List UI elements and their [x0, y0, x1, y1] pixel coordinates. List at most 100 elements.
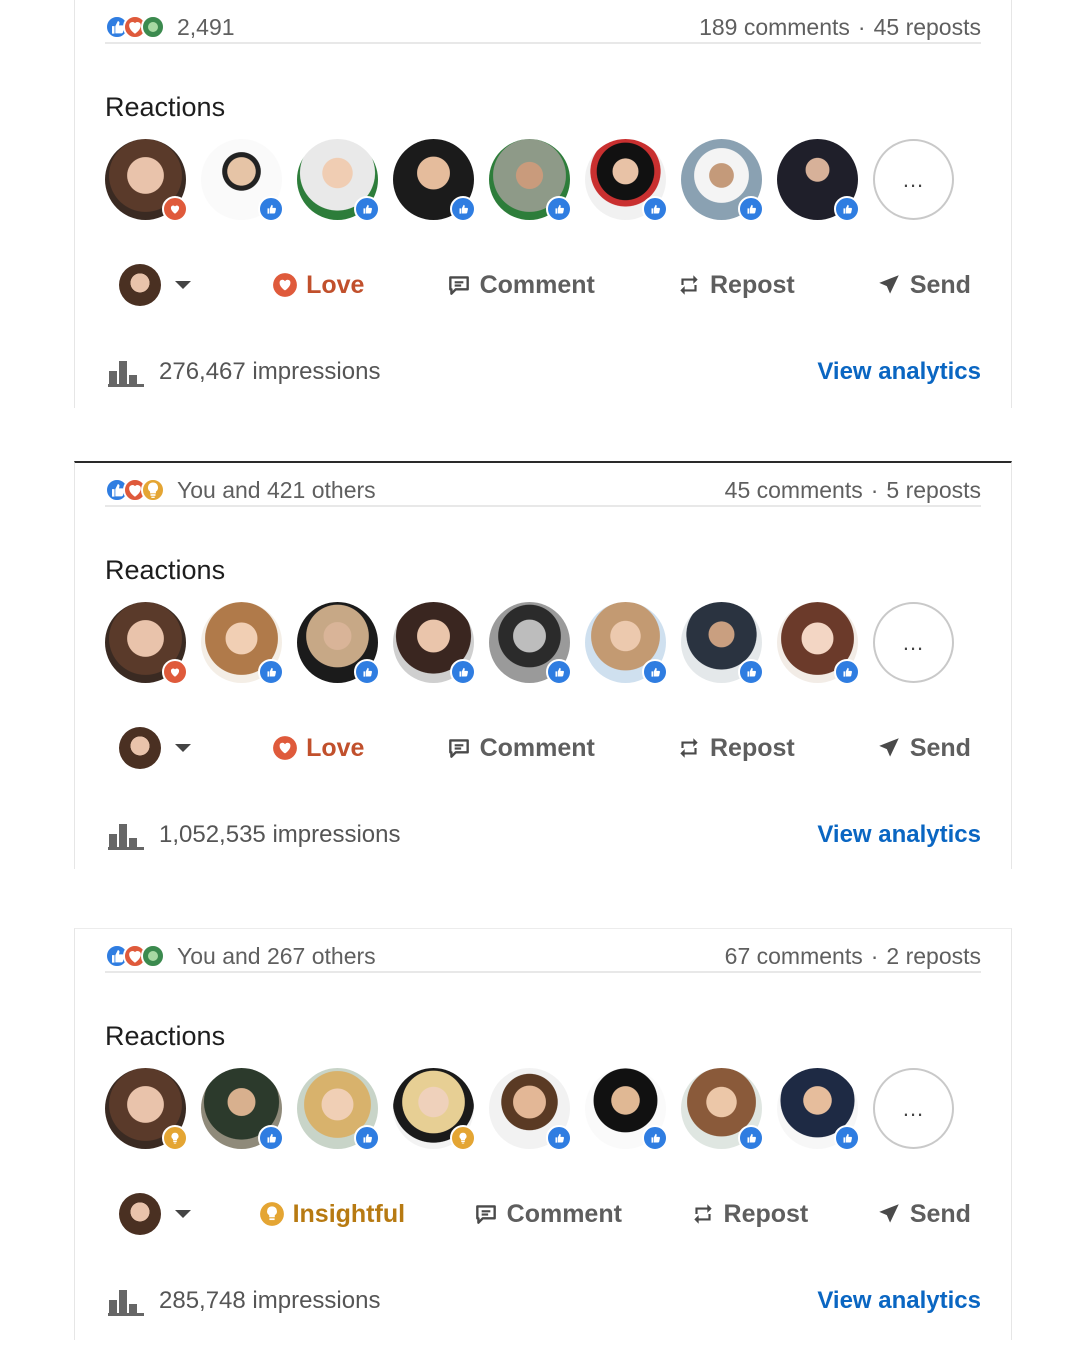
send-icon: [879, 1204, 899, 1223]
reactor-avatar[interactable]: [489, 602, 572, 685]
my-avatar: [119, 1193, 161, 1235]
reactor-avatar[interactable]: [777, 139, 860, 222]
repost-button[interactable]: Repost: [690, 1200, 808, 1229]
chevron-down-icon: [175, 744, 191, 752]
post-card: You and 267 others 67 comments · 2 repos…: [74, 928, 1012, 1340]
reactor-avatar[interactable]: [585, 139, 668, 222]
reactor-avatar[interactable]: [201, 1068, 284, 1151]
reactor-avatar[interactable]: [585, 1068, 668, 1151]
love-icon: [273, 736, 298, 760]
reactor-avatars: ...: [105, 1068, 954, 1151]
reactor-avatar[interactable]: [489, 1068, 572, 1151]
reactor-avatar[interactable]: [777, 1068, 860, 1151]
reactor-avatar[interactable]: [201, 139, 284, 222]
reactor-avatar[interactable]: [105, 602, 188, 685]
reactor-avatar[interactable]: [681, 139, 764, 222]
separator-dot: ·: [870, 476, 879, 503]
reaction-icons[interactable]: [105, 944, 165, 968]
reposts-count[interactable]: 5 reposts: [886, 477, 981, 504]
reactor-avatar[interactable]: [681, 1068, 764, 1151]
repost-button[interactable]: Repost: [676, 271, 795, 300]
reactor-avatar[interactable]: [297, 139, 380, 222]
send-button[interactable]: Send: [876, 271, 971, 300]
social-counts-bar: You and 267 others 67 comments · 2 repos…: [105, 941, 981, 973]
like-badge-icon: [450, 659, 476, 685]
comments-count[interactable]: 45 comments: [725, 477, 863, 504]
repost-label: Repost: [709, 733, 795, 762]
reactions-heading: Reactions: [105, 92, 226, 122]
send-label: Send: [909, 733, 971, 762]
impressions-count: 276,467 impressions: [159, 358, 381, 385]
insightful-icon: [259, 1202, 284, 1226]
insightful-label: Insightful: [292, 1199, 406, 1228]
support-icon: [141, 15, 165, 39]
like-badge-icon: [354, 196, 380, 222]
repost-button[interactable]: Repost: [676, 734, 795, 763]
impressions-count: 285,748 impressions: [159, 1287, 381, 1314]
love-reaction-button[interactable]: Love: [272, 734, 364, 763]
like-badge-icon: [258, 659, 284, 685]
like-badge-icon: [738, 659, 764, 685]
like-badge-icon: [354, 1125, 380, 1151]
reaction-count[interactable]: You and 421 others: [177, 477, 376, 504]
reactor-avatar[interactable]: [393, 1068, 476, 1151]
impressions-count: 1,052,535 impressions: [159, 821, 401, 848]
comment-button[interactable]: Comment: [446, 734, 595, 763]
love-label: Love: [306, 733, 365, 762]
insightful-reaction-button[interactable]: Insightful: [259, 1200, 405, 1229]
send-button[interactable]: Send: [876, 734, 971, 763]
send-icon: [879, 275, 899, 294]
reaction-count[interactable]: You and 267 others: [177, 943, 376, 970]
insightful-badge-icon: [450, 1125, 476, 1151]
love-badge-icon: [162, 659, 188, 685]
reactor-avatar[interactable]: [297, 602, 380, 685]
reaction-picker[interactable]: [119, 1193, 191, 1235]
reactor-avatar[interactable]: [201, 602, 284, 685]
repost-label: Repost: [709, 270, 795, 299]
view-analytics-link[interactable]: View analytics: [817, 821, 981, 849]
social-counts-bar: 2,491 189 comments · 45 reposts: [105, 12, 981, 44]
like-badge-icon: [738, 196, 764, 222]
send-button[interactable]: Send: [876, 1200, 971, 1229]
love-badge-icon: [162, 196, 188, 222]
reactor-avatar[interactable]: [105, 139, 188, 222]
reaction-icons[interactable]: [105, 15, 165, 39]
like-badge-icon: [450, 196, 476, 222]
like-badge-icon: [546, 659, 572, 685]
analytics-bar: 1,052,535 impressions View analytics: [107, 815, 981, 855]
more-reactors-button[interactable]: ...: [873, 1068, 954, 1149]
comment-button[interactable]: Comment: [446, 271, 595, 300]
post-card: 2,491 189 comments · 45 reposts Reaction…: [74, 0, 1012, 408]
reactor-avatar[interactable]: [681, 602, 764, 685]
reactor-avatar[interactable]: [297, 1068, 380, 1151]
repost-icon: [693, 1204, 712, 1224]
like-badge-icon: [642, 659, 668, 685]
bar-chart-icon: [108, 824, 144, 850]
reactor-avatar[interactable]: [393, 139, 476, 222]
view-analytics-link[interactable]: View analytics: [817, 358, 981, 386]
reactor-avatar[interactable]: [393, 602, 476, 685]
reactor-avatar[interactable]: [489, 139, 572, 222]
comment-button[interactable]: Comment: [473, 1200, 622, 1229]
reaction-picker[interactable]: [119, 264, 191, 306]
comment-label: Comment: [479, 270, 595, 299]
comments-count[interactable]: 67 comments: [725, 943, 863, 970]
my-avatar: [119, 264, 161, 306]
comments-count[interactable]: 189 comments: [699, 14, 850, 41]
love-reaction-button[interactable]: Love: [272, 271, 364, 300]
reaction-count[interactable]: 2,491: [177, 14, 235, 41]
reposts-count[interactable]: 45 reposts: [874, 14, 981, 41]
reactor-avatar[interactable]: [105, 1068, 188, 1151]
reaction-icons[interactable]: [105, 478, 165, 502]
reposts-count[interactable]: 2 reposts: [886, 943, 981, 970]
like-badge-icon: [642, 1125, 668, 1151]
reaction-picker[interactable]: [119, 727, 191, 769]
more-reactors-button[interactable]: ...: [873, 139, 954, 220]
reactor-avatar[interactable]: [585, 602, 668, 685]
insightful-icon: [141, 478, 165, 502]
separator-dot: ·: [857, 13, 866, 40]
view-analytics-link[interactable]: View analytics: [817, 1287, 981, 1315]
reactor-avatar[interactable]: [777, 602, 860, 685]
more-reactors-button[interactable]: ...: [873, 602, 954, 683]
chevron-down-icon: [175, 281, 191, 289]
